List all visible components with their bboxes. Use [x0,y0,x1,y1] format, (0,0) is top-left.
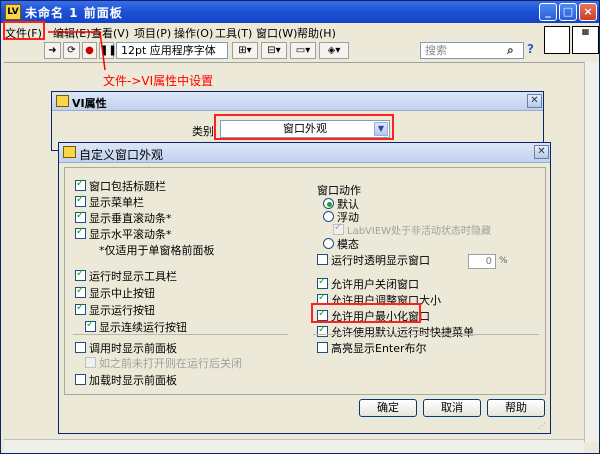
checkbox-check-icon[interactable] [85,357,96,368]
close-icon[interactable]: ✕ [527,94,542,108]
checkbox-show-horizontal-scrollbar[interactable]: 显示水平滚动条* [75,226,172,242]
checkbox-show-vertical-scrollbar[interactable]: 显示垂直滚动条* [75,210,172,226]
radio-dot-icon[interactable] [323,238,334,249]
checkbox-allow-runtime-menu[interactable]: 允许使用默认运行时快捷菜单 [317,324,474,340]
checkbox-check-icon[interactable] [75,178,86,191]
checkbox-show-panel-when-called[interactable]: 调用时显示前面板 [75,340,177,356]
checkbox-close-after-run[interactable]: 如之前未打开则在运行后关闭 [85,355,242,371]
checkbox-check-icon[interactable] [317,324,328,337]
checkbox-show-menu-bar[interactable]: 显示菜单栏 [75,194,144,210]
vi-properties-title-bar[interactable]: VI属性 ✕ [52,92,543,111]
checkbox-show-toolbar[interactable]: 运行时显示工具栏 [75,268,177,284]
close-icon[interactable]: ✕ [534,145,549,159]
checkbox-check-icon[interactable] [75,342,86,353]
radio-dot-icon[interactable] [323,211,334,222]
percent-unit: % [499,256,508,266]
checkbox-check-icon[interactable] [75,210,86,223]
cancel-button[interactable]: 取消 [423,399,481,417]
ok-button[interactable]: 确定 [359,399,417,417]
checkbox-check-icon[interactable] [75,374,86,385]
category-label: 类别 [192,125,214,138]
annotation-box-category [214,114,394,140]
checkbox-allow-close[interactable]: 允许用户关闭窗口 [317,276,419,292]
checkbox-show-run-button[interactable]: 显示运行按钮 [75,302,155,318]
resize-grip-icon[interactable]: ⋰ [538,421,548,431]
checkbox-check-icon[interactable] [75,194,86,207]
checkbox-check-icon[interactable] [333,222,344,235]
checkbox-check-icon[interactable] [317,254,328,265]
checkbox-check-icon[interactable] [85,319,96,332]
labview-icon [63,146,76,158]
custom-window-title-bar[interactable]: 自定义窗口外观 ✕ [59,143,550,163]
arrow-file-to-text [48,31,106,71]
labview-icon [56,95,69,107]
custom-window-appearance-dialog: 自定义窗口外观 ✕ 窗口包括标题栏 显示菜单栏 显示垂直滚动条* 显示水平滚动条… [58,142,551,434]
divider [73,334,288,335]
radio-modal[interactable]: 模态 [323,236,359,252]
divider [313,334,539,335]
checkbox-check-icon[interactable] [75,302,86,315]
custom-window-title: 自定义窗口外观 [79,148,164,162]
checkbox-check-icon[interactable] [75,268,86,281]
checkbox-transparent-window[interactable]: 运行时透明显示窗口 [317,252,430,268]
checkbox-include-title-bar[interactable]: 窗口包括标题栏 [75,178,166,194]
checkbox-check-icon[interactable] [75,285,86,298]
checkbox-check-icon[interactable] [317,342,328,353]
checkbox-show-abort-button[interactable]: 显示中止按钮 [75,285,155,301]
checkbox-show-panel-when-loaded[interactable]: 加载时显示前面板 [75,372,177,388]
radio-dot-icon[interactable] [323,198,334,209]
options-group: 窗口包括标题栏 显示菜单栏 显示垂直滚动条* 显示水平滚动条* *仅适用于单窗格… [64,167,546,395]
transparency-input[interactable]: 0 [468,254,496,269]
single-pane-note: *仅适用于单窗格前面板 [99,244,215,257]
vi-properties-title: VI属性 [72,97,107,110]
checkbox-highlight-enter[interactable]: 高亮显示Enter布尔 [317,340,427,356]
checkbox-check-icon[interactable] [75,226,86,239]
help-button[interactable]: 帮助 [487,399,545,417]
annotation-box-minimize [311,303,421,323]
checkbox-show-run-continuously[interactable]: 显示连续运行按钮 [85,319,187,335]
checkbox-hide-when-inactive[interactable]: LabVIEW处于非活动状态时隐藏 [333,222,491,237]
checkbox-check-icon[interactable] [317,276,328,289]
